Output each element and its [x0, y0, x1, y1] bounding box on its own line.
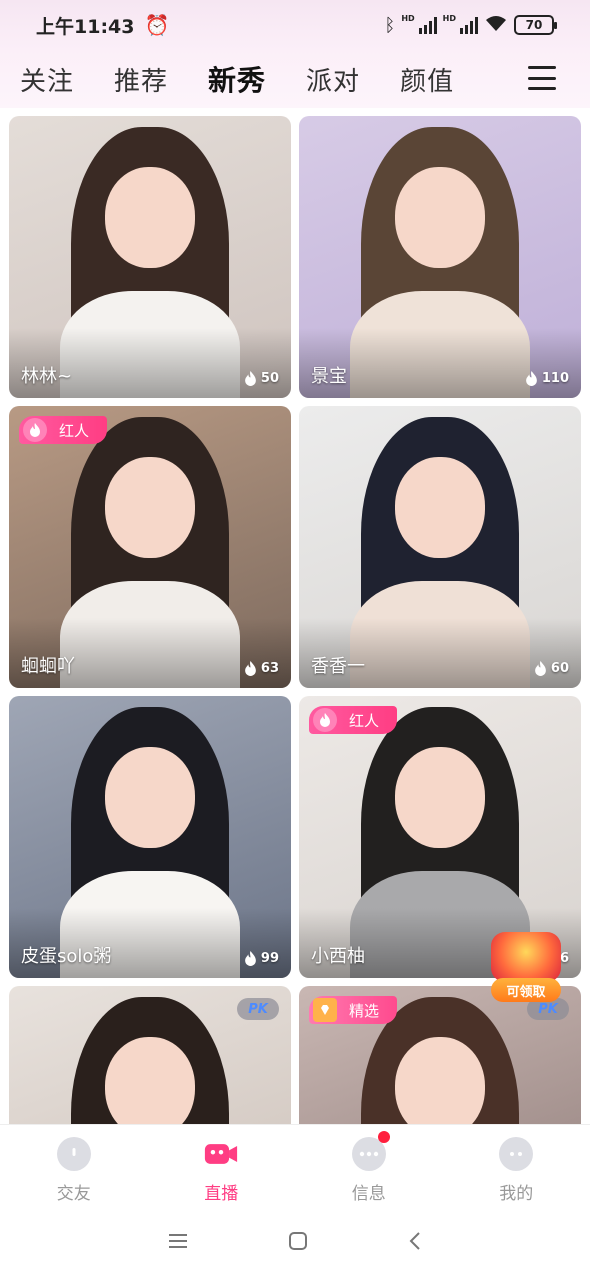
home-icon[interactable]	[288, 1231, 308, 1255]
battery-icon: 70	[514, 15, 557, 35]
pk-badge: PK	[237, 998, 279, 1020]
streamer-name: 蛔蛔吖	[21, 656, 75, 677]
bluetooth-icon: ᛒ	[384, 14, 396, 36]
recents-icon[interactable]	[168, 1232, 188, 1254]
hd-label-1: HD	[401, 14, 415, 23]
tab-recommend[interactable]: 推荐	[114, 61, 168, 98]
bottom-nav: 交友 直播 信息 我的	[0, 1124, 590, 1208]
heat-value: 63	[260, 661, 279, 676]
status-bar: 上午11:43 ⏰ ᛒ HD HD 70	[0, 0, 590, 50]
battery-level: 70	[525, 18, 543, 32]
heat-value: 99	[260, 951, 279, 966]
friends-icon	[56, 1137, 91, 1171]
flame-badge-icon	[313, 708, 337, 732]
system-nav-bar	[0, 1208, 590, 1278]
tab-new-stars[interactable]: 新秀	[208, 59, 266, 99]
live-card[interactable]: PK	[9, 986, 291, 1124]
nav-profile[interactable]: 我的	[443, 1125, 590, 1208]
heat-count: 99	[244, 951, 279, 966]
pk-label: PK	[538, 1001, 558, 1017]
featured-badge: 精选	[309, 996, 398, 1024]
nav-label: 信息	[351, 1184, 386, 1204]
heat-value: 50	[260, 371, 279, 386]
nav-live[interactable]: 直播	[148, 1125, 296, 1208]
gift-claim-label: 可领取	[491, 978, 561, 1002]
gift-claim-widget[interactable]: 可领取	[481, 928, 573, 1002]
nav-label: 直播	[204, 1184, 239, 1204]
heat-count: 110	[525, 371, 569, 386]
diamond-icon	[313, 998, 337, 1022]
flame-icon	[535, 661, 546, 676]
top-tab-bar: 关注 推荐 新秀 派对 颜值	[0, 50, 590, 108]
profile-face-icon	[499, 1137, 534, 1171]
pk-label: PK	[248, 1001, 268, 1017]
flame-badge-icon	[23, 418, 47, 442]
badge-label: 精选	[349, 1001, 380, 1020]
live-card[interactable]: 皮蛋solo粥 99	[9, 696, 291, 978]
flame-icon	[526, 371, 537, 386]
streamer-name: 皮蛋solo粥	[21, 946, 112, 967]
badge-label: 红人	[59, 421, 90, 440]
nav-label: 交友	[56, 1184, 91, 1204]
live-card[interactable]: 精选 PK	[299, 986, 581, 1124]
menu-icon[interactable]	[528, 66, 556, 90]
heat-count: 50	[244, 371, 279, 386]
heat-value: 110	[541, 371, 569, 386]
hd-label-2: HD	[442, 14, 456, 23]
nav-label: 我的	[499, 1184, 534, 1204]
hot-badge: 红人	[19, 416, 108, 444]
tab-looks[interactable]: 颜值	[400, 61, 454, 98]
live-card[interactable]: 红人 蛔蛔吖 63	[9, 406, 291, 688]
streamer-name: 林林~	[21, 366, 73, 387]
nav-friends[interactable]: 交友	[0, 1125, 148, 1208]
flame-icon	[245, 371, 256, 386]
flame-icon	[245, 661, 256, 676]
hot-badge: 红人	[309, 706, 398, 734]
live-card[interactable]: 景宝 110	[299, 116, 581, 398]
streamer-name: 香香一	[311, 656, 365, 677]
signal-icon-1	[418, 16, 437, 34]
nav-messages[interactable]: 信息	[295, 1125, 443, 1208]
gift-box-icon	[491, 932, 561, 982]
live-card[interactable]: 林林~ 50	[9, 116, 291, 398]
alarm-icon: ⏰	[144, 13, 170, 37]
status-time: 上午11:43	[36, 15, 135, 38]
video-camera-icon	[204, 1137, 238, 1171]
tab-party[interactable]: 派对	[306, 61, 360, 98]
status-icons: ᛒ HD HD 70	[384, 14, 557, 36]
heat-count: 63	[244, 661, 279, 676]
tab-following[interactable]: 关注	[20, 61, 74, 98]
badge-label: 红人	[349, 711, 380, 730]
streamer-name: 景宝	[311, 366, 347, 387]
heat-count: 60	[534, 661, 569, 676]
unread-dot	[377, 1131, 390, 1143]
chat-bubble-icon	[351, 1131, 390, 1171]
signal-icon-2	[460, 16, 478, 34]
back-icon[interactable]	[408, 1231, 422, 1255]
wifi-icon	[484, 14, 508, 36]
heat-value: 60	[550, 661, 569, 676]
flame-icon	[245, 951, 256, 966]
live-card[interactable]: 香香一 60	[299, 406, 581, 688]
streamer-name: 小西柚	[311, 946, 365, 967]
